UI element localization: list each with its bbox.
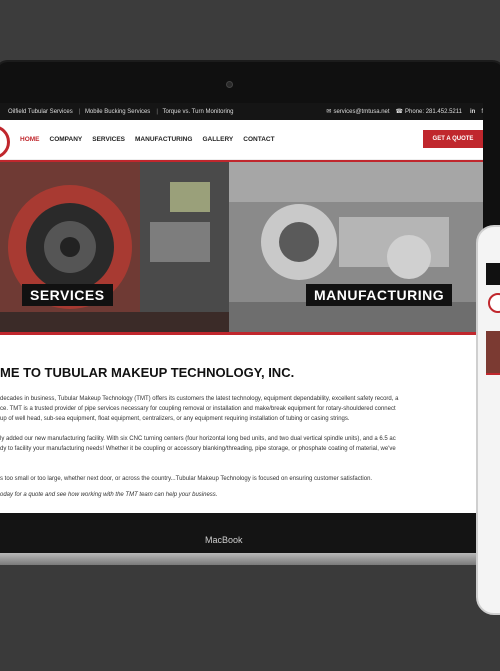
- top-links: Oilfield Tubular Services | Mobile Buckin…: [8, 109, 236, 115]
- top-bar: Oilfield Tubular Services | Mobile Buckin…: [0, 103, 483, 120]
- top-contact: ✉ services@tmtusa.net ☎ Phone: 281.452.5…: [320, 103, 483, 120]
- phone-icon: ☎: [395, 109, 404, 115]
- phone-logo: [488, 293, 500, 313]
- intro-line-2: ce. TMT is a trusted provider of pipe se…: [0, 406, 396, 412]
- services-label[interactable]: SERVICES: [22, 284, 113, 306]
- laptop-bezel-bottom: [0, 513, 500, 553]
- facility-line-2: dy to facility your manufacturing needs!…: [0, 446, 396, 452]
- cta-text: oday for a quote and see how working wit…: [0, 492, 218, 498]
- phone-divider: [486, 373, 500, 375]
- page-title: ME TO TUBULAR MAKEUP TECHNOLOGY, INC.: [0, 365, 295, 380]
- get-quote-button[interactable]: GET A QUOTE: [423, 130, 483, 148]
- phone-topbar: [486, 263, 500, 285]
- services-image: [0, 162, 229, 332]
- nav-item-contact[interactable]: CONTACT: [243, 136, 274, 143]
- background-top: [0, 0, 500, 60]
- camera-icon: [226, 81, 233, 88]
- company-logo[interactable]: [0, 125, 10, 159]
- services-panel[interactable]: SERVICES: [0, 162, 229, 332]
- intro-line-3: up of well head, sub-sea equipment, floa…: [0, 416, 350, 422]
- phone-mockup: W T V P o c o m: [476, 225, 500, 615]
- intro-line-1: decades in business, Tubular Makeup Tech…: [0, 396, 399, 402]
- laptop-base: [0, 553, 500, 565]
- top-link-torque[interactable]: Torque vs. Turn Monitoring: [162, 109, 233, 115]
- hero-divider: [0, 332, 483, 335]
- email-link[interactable]: services@tmtusa.net: [333, 109, 389, 115]
- phone-text: Phone: 281.452.5211: [405, 108, 462, 115]
- separator: |: [78, 108, 81, 115]
- top-link-oilfield[interactable]: Oilfield Tubular Services: [8, 109, 73, 115]
- nav-item-gallery[interactable]: GALLERY: [202, 136, 233, 143]
- linkedin-icon[interactable]: in: [470, 109, 475, 115]
- device-brand: MacBook: [205, 535, 243, 545]
- manufacturing-panel[interactable]: MANUFACTURING: [229, 162, 483, 332]
- email-icon: ✉: [326, 109, 332, 115]
- facility-line-1: ly added our new manufacturing facility.…: [0, 436, 396, 442]
- separator: |: [156, 108, 158, 115]
- phone-hero-image: [486, 331, 500, 373]
- nav-menu: HOME COMPANY SERVICES MANUFACTURING GALL…: [20, 136, 285, 143]
- nav-item-manufacturing[interactable]: MANUFACTURING: [135, 136, 192, 143]
- browser-screen: Oilfield Tubular Services | Mobile Buckin…: [0, 103, 483, 513]
- main-nav: HOME COMPANY SERVICES MANUFACTURING GALL…: [0, 120, 483, 160]
- top-link-mobile[interactable]: Mobile Bucking Services: [85, 109, 150, 115]
- nav-item-company[interactable]: COMPANY: [50, 136, 83, 143]
- nav-item-home[interactable]: HOME: [20, 136, 40, 143]
- facebook-icon[interactable]: f: [481, 109, 483, 115]
- nav-item-services[interactable]: SERVICES: [92, 136, 125, 143]
- manufacturing-label[interactable]: MANUFACTURING: [306, 284, 453, 306]
- manufacturing-image: [229, 162, 483, 332]
- satisfaction-text: s too small or too large, whether next d…: [0, 476, 373, 482]
- background-bottom: [0, 565, 500, 671]
- hero-section: SERVICES MANUFACTURING: [0, 162, 483, 332]
